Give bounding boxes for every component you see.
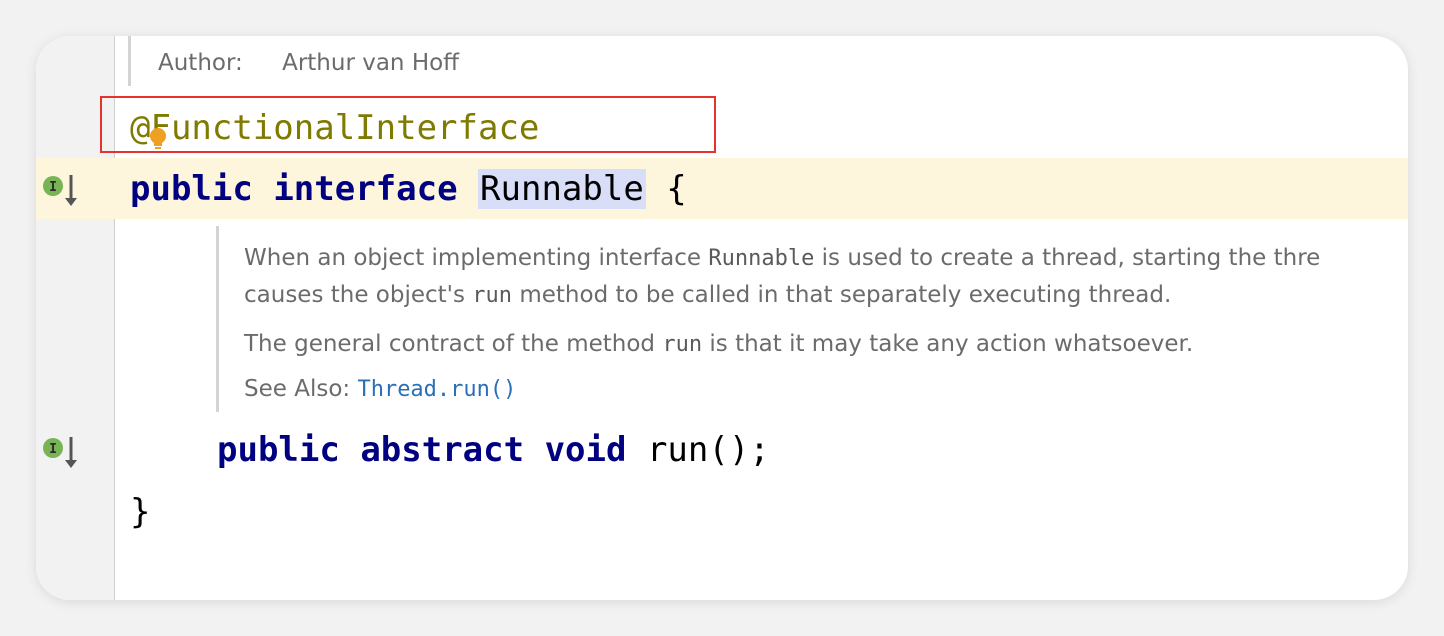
javadoc-author-row: Author: Arthur van Hoff <box>158 50 459 76</box>
see-also-link[interactable]: Thread.run() <box>357 377 516 402</box>
javadoc-line-3: The general contract of the method run i… <box>244 331 1194 357</box>
lightbulb-icon[interactable] <box>148 126 168 152</box>
author-value: Arthur van Hoff <box>282 50 460 76</box>
javadoc-line-2: causes the object's run method to be cal… <box>244 282 1172 308</box>
open-brace: { <box>666 169 687 209</box>
svg-text:I: I <box>49 442 57 457</box>
interface-name[interactable]: Runnable <box>478 169 646 209</box>
method-signature[interactable]: run(); <box>647 430 770 470</box>
javadoc-border-top <box>128 36 131 86</box>
javadoc-border <box>216 226 219 412</box>
implemented-icon[interactable]: I <box>40 434 80 470</box>
author-label: Author: <box>158 50 243 76</box>
javadoc-block: When an object implementing interface Ru… <box>244 240 1320 408</box>
javadoc-see-also: See Also: Thread.run() <box>244 376 517 402</box>
editor-window: Author: Arthur van Hoff @FunctionalInter… <box>36 36 1408 600</box>
keyword-public: public <box>130 169 253 209</box>
keyword-abstract: abstract <box>360 430 525 470</box>
keyword-void: void <box>544 430 627 470</box>
keyword-public: public <box>217 430 340 470</box>
closing-brace: } <box>130 492 151 532</box>
interface-declaration: public interface Runnable { <box>130 169 687 209</box>
keyword-interface: interface <box>273 169 458 209</box>
svg-text:I: I <box>49 180 57 195</box>
annotation-highlight-box <box>100 96 716 153</box>
javadoc-line-1: When an object implementing interface Ru… <box>244 245 1321 271</box>
method-declaration: public abstract void run(); <box>217 430 770 470</box>
implemented-icon[interactable]: I <box>40 172 80 208</box>
